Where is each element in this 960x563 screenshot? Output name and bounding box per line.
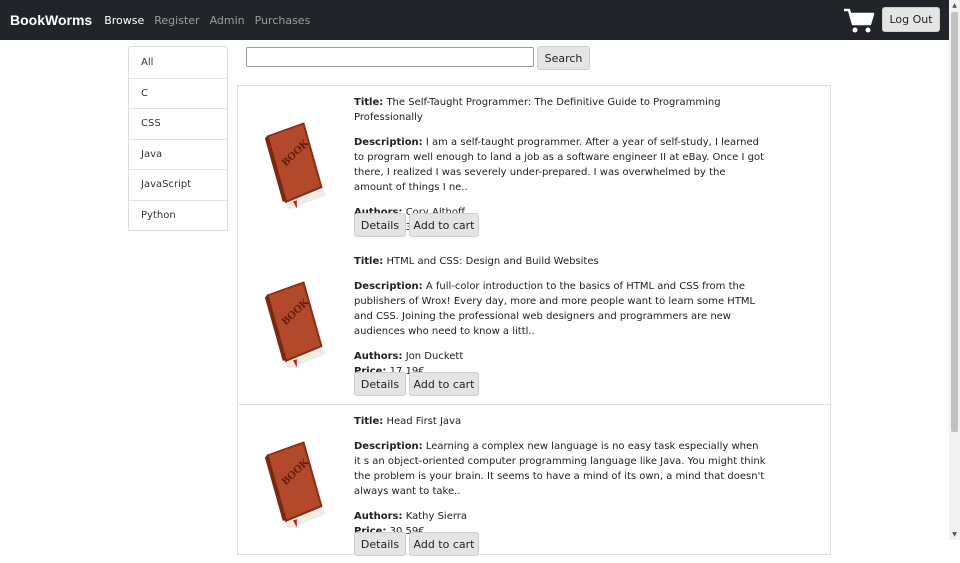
details-button[interactable]: Details [354, 372, 406, 396]
category-item-javascript[interactable]: JavaScript [129, 169, 227, 200]
book-info: Title: HTML and CSS: Design and Build We… [354, 254, 766, 379]
nav-link-register[interactable]: Register [154, 14, 199, 27]
category-item-c[interactable]: C [129, 77, 227, 109]
book-card: BOOK Title: The Self-Taught Programmer: … [238, 86, 830, 245]
title-label: Title: [354, 97, 384, 108]
nav-links: Browse Register Admin Purchases [104, 14, 320, 27]
scroll-up-arrow-icon[interactable]: ▲ [949, 0, 960, 11]
description-label: Description: [354, 137, 423, 148]
page-scrollbar[interactable]: ▲ ▼ [949, 0, 960, 540]
search-input[interactable] [246, 47, 534, 67]
authors-label: Authors: [354, 351, 403, 362]
category-sidebar: All C CSS Java JavaScript Python [128, 46, 228, 231]
book-cover-icon: BOOK [264, 441, 326, 529]
book-info: Title: Head First Java Description: Lear… [354, 414, 766, 539]
category-item-css[interactable]: CSS [129, 108, 227, 139]
scroll-down-arrow-icon[interactable]: ▼ [949, 529, 960, 540]
details-button[interactable]: Details [354, 213, 406, 237]
book-title: Head First Java [386, 416, 462, 427]
book-actions: Details Add to cart [354, 372, 482, 396]
add-to-cart-button[interactable]: Add to cart [409, 213, 479, 237]
details-button[interactable]: Details [354, 532, 406, 556]
book-title: HTML and CSS: Design and Build Websites [386, 256, 599, 267]
search-button[interactable]: Search [537, 46, 590, 70]
shopping-cart-icon[interactable] [843, 8, 875, 34]
book-card: BOOK Title: HTML and CSS: Design and Bui… [238, 245, 830, 404]
category-item-java[interactable]: Java [129, 138, 227, 170]
title-label: Title: [354, 256, 384, 267]
authors-label: Authors: [354, 511, 403, 522]
category-item-python[interactable]: Python [129, 199, 227, 231]
brand-logo[interactable]: BookWorms [10, 12, 92, 28]
book-authors: Jon Duckett [405, 351, 464, 362]
logout-button[interactable]: Log Out [882, 7, 940, 32]
book-actions: Details Add to cart [354, 532, 482, 556]
nav-link-purchases[interactable]: Purchases [255, 14, 311, 27]
book-title: The Self-Taught Programmer: The Definiti… [354, 97, 721, 123]
book-actions: Details Add to cart [354, 213, 482, 237]
book-cover-icon: BOOK [264, 281, 326, 369]
add-to-cart-button[interactable]: Add to cart [409, 532, 479, 556]
scroll-thumb[interactable] [951, 12, 958, 432]
description-label: Description: [354, 281, 423, 292]
add-to-cart-button[interactable]: Add to cart [409, 372, 479, 396]
title-label: Title: [354, 416, 384, 427]
book-cover-icon: BOOK [264, 122, 326, 210]
description-label: Description: [354, 441, 423, 452]
book-authors: Kathy Sierra [405, 511, 468, 522]
nav-link-browse[interactable]: Browse [104, 14, 144, 27]
top-navbar: BookWorms Browse Register Admin Purchase… [0, 0, 949, 40]
category-item-all[interactable]: All [129, 47, 227, 78]
nav-link-admin[interactable]: Admin [210, 14, 245, 27]
book-card: BOOK Title: Head First Java Description:… [238, 404, 830, 563]
book-list: BOOK Title: The Self-Taught Programmer: … [237, 85, 831, 556]
